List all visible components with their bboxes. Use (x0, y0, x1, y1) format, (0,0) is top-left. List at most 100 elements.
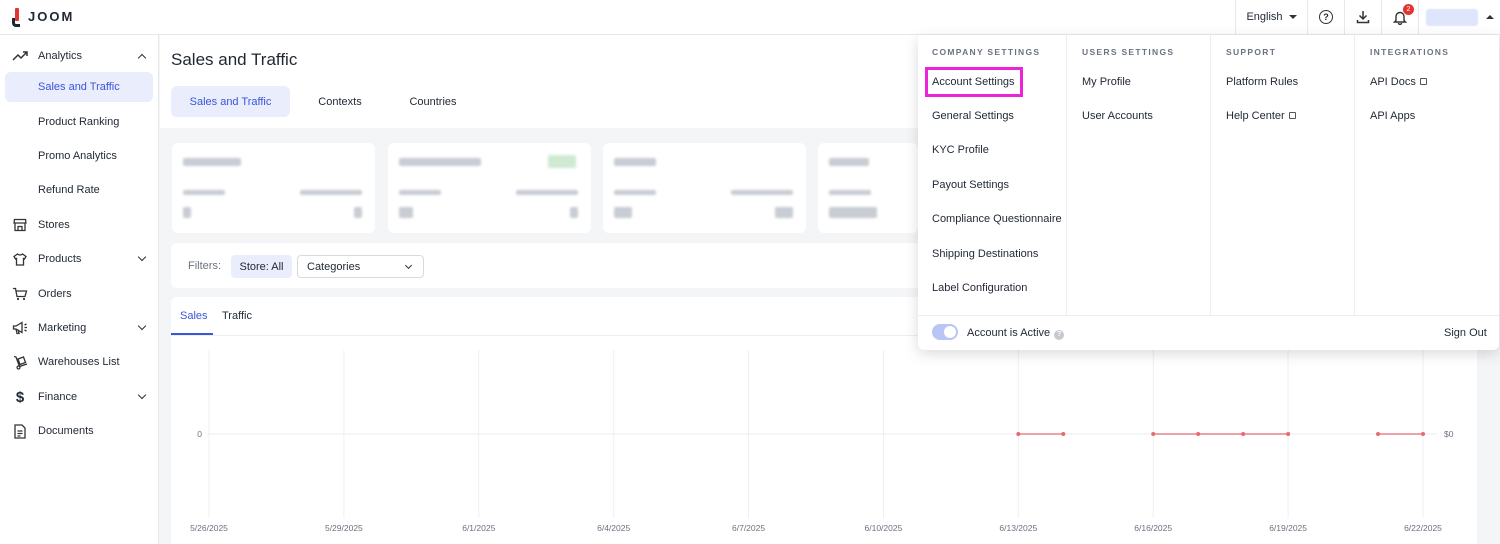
user-menu-button[interactable] (1418, 0, 1500, 34)
series-point (1016, 432, 1021, 436)
notification-badge: 2 (1403, 4, 1414, 15)
menu-heading-support: SUPPORT (1226, 47, 1277, 57)
sidebar-item-label: Product Ranking (38, 116, 120, 128)
tab-contexts[interactable]: Contexts (303, 86, 377, 117)
sidebar-item-sales-and-traffic[interactable]: Sales and Traffic (5, 72, 153, 102)
joom-logo[interactable]: JOOM (12, 8, 75, 27)
sidebar-item-label: Orders (38, 288, 72, 300)
cart-icon (12, 286, 28, 302)
sidebar-item-stores[interactable]: Stores (0, 210, 159, 240)
menu-item-label-configuration[interactable]: Label Configuration (932, 282, 1027, 294)
sidebar-item-label: Promo Analytics (38, 150, 117, 162)
sidebar-item-documents[interactable]: Documents (0, 416, 159, 446)
x-tick-label: 6/4/2025 (597, 523, 630, 533)
trend-up-icon (12, 48, 28, 64)
download-button[interactable] (1344, 0, 1381, 34)
sidebar-item-analytics[interactable]: Analytics (0, 41, 159, 71)
avatar (1425, 8, 1478, 26)
series-point (1196, 432, 1201, 436)
shirt-icon (12, 251, 28, 267)
menu-column-divider (1210, 35, 1211, 315)
chevron-down-icon (404, 261, 413, 270)
menu-item-shipping-destinations[interactable]: Shipping Destinations (932, 248, 1038, 260)
sidebar-item-products[interactable]: Products (0, 244, 159, 274)
account-active-toggle[interactable] (932, 324, 958, 340)
x-tick-label: 6/22/2025 (1404, 523, 1442, 533)
tab-sales-and-traffic[interactable]: Sales and Traffic (171, 86, 290, 117)
metric-card-gmv (603, 143, 806, 233)
menu-item-kyc-profile[interactable]: KYC Profile (932, 144, 989, 156)
menu-heading-users-settings: USERS SETTINGS (1082, 47, 1175, 57)
menu-item-platform-rules[interactable]: Platform Rules (1226, 76, 1298, 88)
y-axis-right-label: $0 (1444, 429, 1454, 439)
caret-down-icon (1288, 15, 1297, 19)
logo-text: JOOM (28, 8, 75, 24)
sidebar-item-finance[interactable]: $ Finance (0, 382, 159, 412)
series-point (1061, 432, 1066, 436)
menu-item-user-accounts[interactable]: User Accounts (1082, 110, 1153, 122)
menu-footer-divider (918, 315, 1499, 316)
menu-item-api-docs[interactable]: API Docs (1370, 76, 1427, 88)
top-bar: JOOM English ? 2 (0, 0, 1500, 35)
categories-select-label: Categories (307, 260, 361, 273)
metric-card-ctr (818, 143, 918, 233)
sidebar-item-refund-rate[interactable]: Refund Rate (0, 175, 159, 205)
menu-item-label: API Docs (1370, 76, 1416, 88)
sidebar-item-label: Finance (38, 391, 78, 403)
sidebar-item-promo-analytics[interactable]: Promo Analytics (0, 141, 159, 171)
chart-tab-traffic[interactable]: Traffic (222, 310, 252, 322)
menu-heading-company-settings: COMPANY SETTINGS (932, 47, 1041, 57)
notifications-button[interactable]: 2 (1381, 0, 1418, 34)
chevron-down-icon (137, 252, 147, 262)
chart-tab-sales[interactable]: Sales (180, 310, 208, 322)
external-link-icon (1288, 112, 1296, 119)
x-tick-label: 5/29/2025 (325, 523, 363, 533)
sales-line-chart: 5/26/2025 5/29/2025 6/1/2025 6/4/2025 6/7/20… (190, 350, 1454, 533)
categories-select[interactable]: Categories (297, 255, 424, 278)
menu-item-my-profile[interactable]: My Profile (1082, 76, 1131, 88)
dolly-icon (12, 354, 28, 370)
metric-card-impressions (388, 143, 591, 233)
language-selector[interactable]: English (1235, 0, 1307, 34)
menu-item-payout-settings[interactable]: Payout Settings (932, 179, 1009, 191)
menu-item-help-center[interactable]: Help Center (1226, 110, 1296, 122)
help-button[interactable]: ? (1307, 0, 1344, 34)
menu-item-compliance-questionnaire[interactable]: Compliance Questionnaire (932, 213, 1062, 225)
sidebar-item-label: Warehouses List (38, 356, 120, 368)
sidebar-item-label: Products (38, 253, 82, 265)
sidebar-item-label: Refund Rate (38, 184, 100, 196)
sidebar-item-product-ranking[interactable]: Product Ranking (0, 107, 159, 137)
y-axis-left-label: 0 (197, 429, 202, 439)
sidebar-item-marketing[interactable]: Marketing (0, 313, 159, 343)
menu-item-general-settings[interactable]: General Settings (932, 110, 1014, 122)
account-status: Account is Active? (967, 327, 1065, 340)
menu-column-divider (1354, 35, 1355, 315)
x-tick-label: 6/10/2025 (865, 523, 903, 533)
language-label: English (1246, 11, 1283, 23)
dollar-icon: $ (15, 388, 25, 406)
series-point (1241, 432, 1246, 436)
help-icon: ? (1319, 10, 1333, 24)
sidebar-item-warehouses-list[interactable]: Warehouses List (0, 347, 159, 377)
megaphone-icon (12, 320, 28, 336)
menu-item-api-apps[interactable]: API Apps (1370, 110, 1415, 122)
series-point (1376, 432, 1381, 436)
document-icon (12, 423, 28, 439)
menu-item-label: Help Center (1226, 110, 1285, 122)
highlight-box (925, 67, 1023, 97)
logo-mark-icon (12, 8, 20, 27)
x-tick-label: 6/13/2025 (999, 523, 1037, 533)
store-filter-chip[interactable]: Store: All (231, 255, 292, 278)
sidebar-item-orders[interactable]: Orders (0, 279, 159, 309)
sign-out-link[interactable]: Sign Out (1444, 327, 1487, 339)
menu-column-divider (1066, 35, 1067, 315)
tab-countries[interactable]: Countries (393, 86, 473, 117)
info-icon[interactable]: ? (1054, 330, 1065, 340)
filters-label: Filters: (188, 260, 221, 272)
series-point (1286, 432, 1291, 436)
x-tick-label: 6/16/2025 (1134, 523, 1172, 533)
menu-heading-integrations: INTEGRATIONS (1370, 47, 1450, 57)
sidebar-item-label: Analytics (38, 50, 83, 62)
chevron-down-icon (137, 321, 147, 331)
sidebar-item-label: Marketing (38, 322, 87, 334)
